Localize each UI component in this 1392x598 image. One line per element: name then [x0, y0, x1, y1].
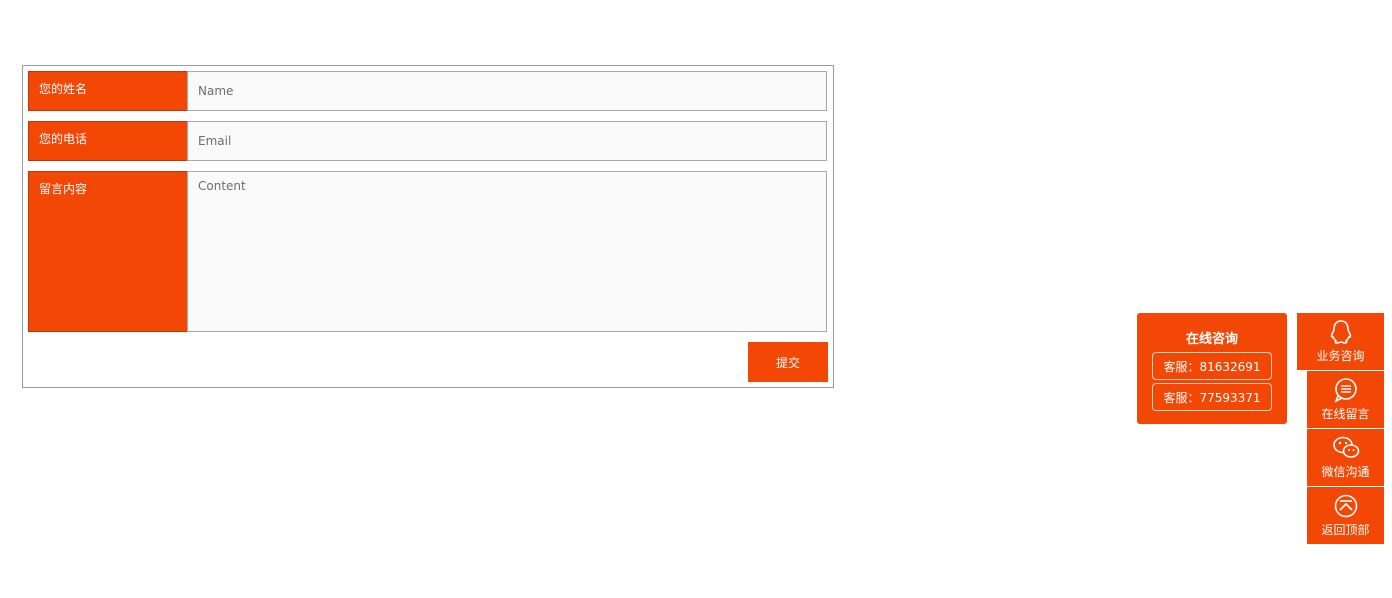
sidebar-item-online-message[interactable]: 在线留言	[1307, 371, 1384, 428]
name-label: 您的姓名	[28, 71, 187, 111]
service-contact-2[interactable]: 客服：77593371	[1152, 383, 1272, 411]
service-contact-1[interactable]: 客服：81632691	[1152, 352, 1272, 380]
sidebar-item-label: 在线留言	[1321, 407, 1370, 421]
content-row: 留言内容 Content	[28, 171, 827, 332]
phone-placeholder: Email	[198, 134, 232, 148]
name-input[interactable]: Name	[187, 71, 827, 111]
content-placeholder: Content	[198, 179, 246, 193]
content-label: 留言内容	[28, 171, 187, 332]
message-icon	[1333, 378, 1357, 403]
phone-row: 您的电话 Email	[28, 121, 827, 161]
sidebar-item-business-consult[interactable]: 业务咨询	[1297, 313, 1384, 370]
phone-label: 您的电话	[28, 121, 187, 161]
submit-button[interactable]: 提交	[748, 342, 828, 382]
sidebar-item-label: 返回顶部	[1321, 523, 1370, 537]
wechat-icon	[1332, 436, 1359, 458]
sidebar-item-label: 业务咨询	[1316, 349, 1365, 363]
sidebar-item-label: 微信沟通	[1321, 465, 1370, 479]
sidebar-item-back-to-top[interactable]: 返回顶部	[1307, 487, 1384, 544]
sidebar-item-wechat[interactable]: 微信沟通	[1307, 429, 1384, 486]
back-to-top-icon	[1334, 494, 1357, 518]
qq-icon	[1330, 320, 1351, 344]
phone-input[interactable]: Email	[187, 121, 827, 161]
content-textarea[interactable]: Content	[187, 171, 827, 332]
name-placeholder: Name	[198, 84, 234, 98]
name-row: 您的姓名 Name	[28, 71, 827, 111]
contact-form: 您的姓名 Name 您的电话 Email 留言内容 Content 提交	[22, 65, 834, 388]
online-consult-popup: 在线咨询 客服：81632691 客服：77593371	[1137, 313, 1287, 424]
consult-title: 在线咨询	[1185, 332, 1238, 347]
